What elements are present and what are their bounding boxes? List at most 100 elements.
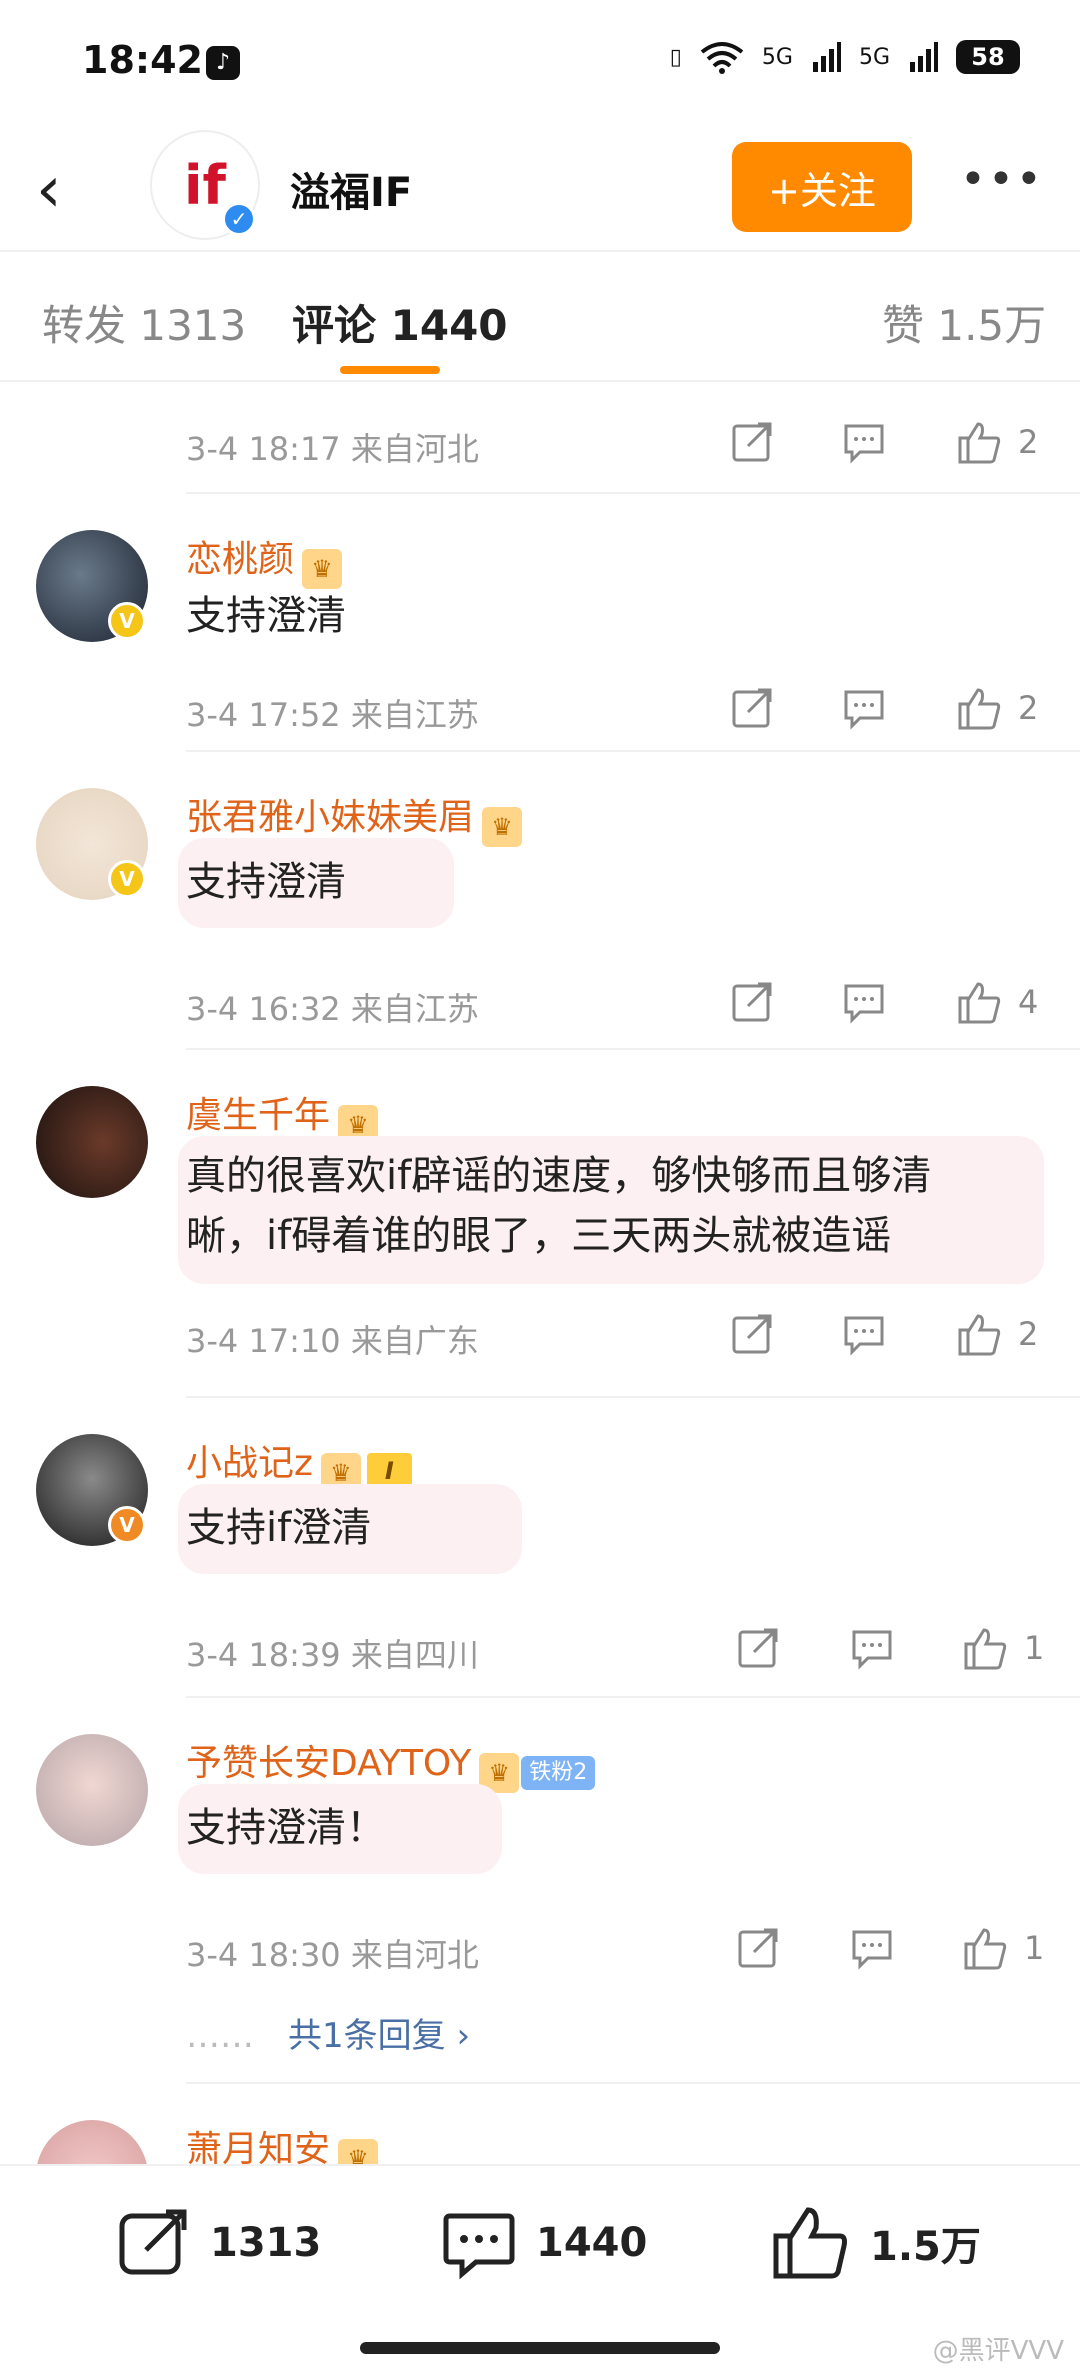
username-text: 虞生千年 (186, 1095, 331, 1136)
comment-meta: 3-4 17:52 来自江苏 (186, 696, 479, 734)
reply-icon[interactable] (842, 1312, 886, 1356)
tab-repost[interactable]: 转发 1313 (42, 292, 246, 353)
like-count: 1 (1024, 1929, 1045, 1967)
like-count: 2 (1018, 1315, 1039, 1353)
thumb-up-icon (773, 2207, 847, 2279)
username-text: 萧月知安 (186, 2129, 331, 2164)
signal-5g-1: 5G (761, 44, 793, 70)
vibrate-icon: ▯ (669, 44, 682, 70)
like-button-main[interactable]: 1.5万 (772, 2206, 981, 2280)
like-button[interactable]: 1 (962, 1626, 1044, 1670)
status-bar: 18:42 ♪ ▯ 5G 5G 58 (0, 0, 1080, 130)
repost-count: 1313 (210, 2220, 322, 2266)
reply-icon[interactable] (842, 420, 886, 464)
follow-button[interactable]: +关注 (732, 142, 912, 232)
active-tab-indicator (340, 366, 440, 374)
comment-text: 支持if澄清 (186, 1505, 372, 1551)
signal-bars-icon (812, 42, 841, 72)
replies-dots: …… (186, 2016, 254, 2056)
like-button[interactable]: 2 (956, 420, 1038, 464)
comment-count: 1440 (536, 2220, 648, 2266)
home-indicator[interactable] (360, 2342, 720, 2354)
status-icons: ▯ 5G 5G 58 (670, 40, 1020, 74)
username-text: 恋桃颜 (186, 539, 295, 580)
status-time: 18:42 (82, 38, 203, 82)
like-button[interactable]: 2 (956, 686, 1038, 730)
comment-item: V 恋桃颜 ♛ 支持澄清 3-4 17:52 来自江苏 2 (0, 494, 1080, 752)
comment-text-line2: 晰，if碍着谁的眼了，三天两头就被造谣 (186, 1213, 892, 1259)
signal-5g-2: 5G (858, 44, 890, 70)
like-button[interactable]: 2 (956, 1312, 1038, 1356)
username-text: 张君雅小妹妹美眉 (186, 797, 475, 838)
like-count: 2 (1018, 689, 1039, 727)
share-icon[interactable] (730, 686, 774, 730)
comment-username[interactable]: 萧月知安 ♛ (186, 2120, 379, 2164)
signal-bars-icon (910, 42, 938, 72)
comment-list[interactable]: 3-4 18:17 来自河北 2 V 恋桃颜 ♛ 支持澄清 3-4 17:52 来… (0, 384, 1080, 2164)
tab-comments[interactable]: 评论 1440 (292, 292, 508, 353)
post-stats-tabs: 转发 1313 评论 1440 赞 1.5万 (0, 250, 1080, 382)
user-avatar[interactable] (36, 1086, 148, 1198)
repost-icon (119, 2209, 187, 2275)
like-button[interactable]: 1 (962, 1926, 1044, 1970)
comment-button[interactable]: 1440 (442, 2206, 647, 2280)
bottom-action-bar: 1313 1440 1.5万 (0, 2164, 1080, 2376)
thumb-up-icon (958, 982, 1001, 1024)
comment-username[interactable]: 恋桃颜 ♛ (186, 530, 343, 589)
comment-item: V 小战记z ♛ I 支持if澄清 3-4 18:39 来自四川 1 (0, 1398, 1080, 1698)
share-icon[interactable] (730, 980, 774, 1024)
like-count: 1 (1024, 1629, 1045, 1667)
like-button[interactable]: 4 (956, 980, 1038, 1024)
reply-icon[interactable] (842, 686, 886, 730)
comment-text-line1: 真的很喜欢if辟谣的速度，够快够而且够清 (186, 1153, 932, 1199)
reply-icon[interactable] (850, 1626, 894, 1670)
comment-item: 萧月知安 ♛ (0, 2084, 1080, 2164)
comment-item: 予赞长安DAYTOY ♛ 铁粉2 支持澄清！ 3-4 18:30 来自河北 1 ……… (0, 1698, 1080, 2084)
comment-meta: 3-4 18:30 来自河北 (186, 1936, 479, 1974)
share-icon[interactable] (736, 1626, 780, 1670)
like-count-main: 1.5万 (870, 2224, 981, 2270)
watermark: @黑评VVV (932, 2336, 1064, 2366)
more-menu-icon[interactable]: ••• (960, 150, 1042, 220)
share-icon[interactable] (730, 1312, 774, 1356)
verified-badge-icon: ✓ (222, 202, 256, 236)
reply-icon[interactable] (842, 980, 886, 1024)
comment-text: 支持澄清！ (186, 1805, 386, 1851)
account-name[interactable]: 溢福IF (290, 160, 412, 218)
user-avatar[interactable] (36, 2120, 148, 2164)
comment-meta: 3-4 17:10 来自广东 (186, 1322, 479, 1360)
verified-badge-icon: V (108, 1506, 146, 1544)
comment-meta: 3-4 16:32 来自江苏 (186, 990, 479, 1028)
share-icon[interactable] (736, 1926, 780, 1970)
crown-icon: ♛ (338, 2139, 379, 2164)
comment-meta: 3-4 18:39 来自四川 (186, 1636, 479, 1674)
comment-item: 虞生千年 ♛ 真的很喜欢if辟谣的速度，够快够而且够清 晰，if碍着谁的眼了，三天… (0, 1050, 1080, 1398)
wifi-icon (700, 42, 744, 74)
back-chevron-icon[interactable]: ‹ (36, 150, 96, 230)
fan-badge: 铁粉2 (521, 1756, 596, 1790)
thumb-up-icon (964, 1628, 1007, 1670)
thumb-up-icon (958, 688, 1001, 730)
like-count: 4 (1018, 983, 1039, 1021)
thumb-up-icon (964, 1928, 1007, 1970)
thumb-up-icon (958, 422, 1001, 464)
tab-likes[interactable]: 赞 1.5万 (882, 292, 1046, 353)
comment-text: 支持澄清 (186, 859, 346, 905)
share-icon[interactable] (730, 420, 774, 464)
repost-button[interactable]: 1313 (116, 2206, 321, 2280)
crown-icon: ♛ (482, 807, 523, 847)
comment-text: 支持澄清 (186, 593, 346, 639)
thumb-up-icon (958, 1314, 1001, 1356)
username-text: 予赞长安DAYTOY (186, 1743, 472, 1784)
battery-icon: 58 (956, 40, 1020, 74)
verified-badge-icon: V (108, 860, 146, 898)
reply-icon[interactable] (850, 1926, 894, 1970)
comment-item: 3-4 18:17 来自河北 2 (0, 384, 1080, 494)
replies-text: 共1条回复 › (288, 2016, 471, 2056)
view-replies-link[interactable]: …… 共1条回复 › (186, 2008, 470, 2057)
user-avatar[interactable] (36, 1734, 148, 1846)
weibo-header: ‹ if ✓ 溢福IF +关注 ••• (0, 130, 1080, 250)
verified-badge-icon: V (108, 602, 146, 640)
comment-meta: 3-4 18:17 来自河北 (186, 430, 479, 468)
comment-icon (443, 2213, 515, 2280)
